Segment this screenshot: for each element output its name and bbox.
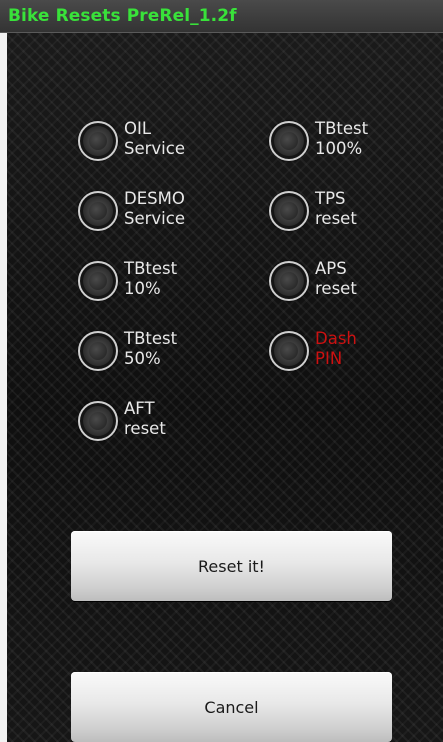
- radio-button-icon[interactable]: [78, 261, 118, 301]
- option-aps-reset[interactable]: APS reset: [269, 259, 443, 325]
- option-label: TPS reset: [315, 189, 357, 228]
- option-desmo-service[interactable]: DESMO Service: [78, 189, 253, 255]
- app-title: Bike Resets PreRel_1.2f: [8, 6, 237, 26]
- bike-resets-screen: Bike Resets PreRel_1.2f OIL Service DESM…: [0, 0, 443, 742]
- option-tbtest-100[interactable]: TBtest 100%: [269, 119, 443, 185]
- radio-button-icon[interactable]: [269, 331, 309, 371]
- reset-it-button[interactable]: Reset it!: [71, 531, 392, 601]
- radio-button-icon[interactable]: [269, 261, 309, 301]
- option-label: OIL Service: [124, 119, 185, 158]
- option-aft-reset[interactable]: AFT reset: [78, 399, 253, 465]
- radio-button-icon[interactable]: [78, 191, 118, 231]
- option-tps-reset[interactable]: TPS reset: [269, 189, 443, 255]
- option-label: TBtest 10%: [124, 259, 178, 298]
- title-bar: Bike Resets PreRel_1.2f: [0, 0, 443, 33]
- option-dash-pin[interactable]: Dash PIN: [269, 329, 443, 395]
- option-oil-service[interactable]: OIL Service: [78, 119, 253, 185]
- radio-button-icon[interactable]: [269, 191, 309, 231]
- option-tbtest-10[interactable]: TBtest 10%: [78, 259, 253, 325]
- radio-button-icon[interactable]: [78, 121, 118, 161]
- radio-button-icon[interactable]: [78, 331, 118, 371]
- option-label: TBtest 50%: [124, 329, 178, 368]
- radio-button-icon[interactable]: [78, 401, 118, 441]
- option-label: DESMO Service: [124, 189, 185, 228]
- left-edge-strip: [0, 0, 7, 742]
- option-label: TBtest 100%: [315, 119, 369, 158]
- option-label: AFT reset: [124, 399, 166, 438]
- cancel-button[interactable]: Cancel: [71, 672, 392, 742]
- option-tbtest-50[interactable]: TBtest 50%: [78, 329, 253, 395]
- radio-button-icon[interactable]: [269, 121, 309, 161]
- option-label: APS reset: [315, 259, 357, 298]
- option-label: Dash PIN: [315, 329, 357, 368]
